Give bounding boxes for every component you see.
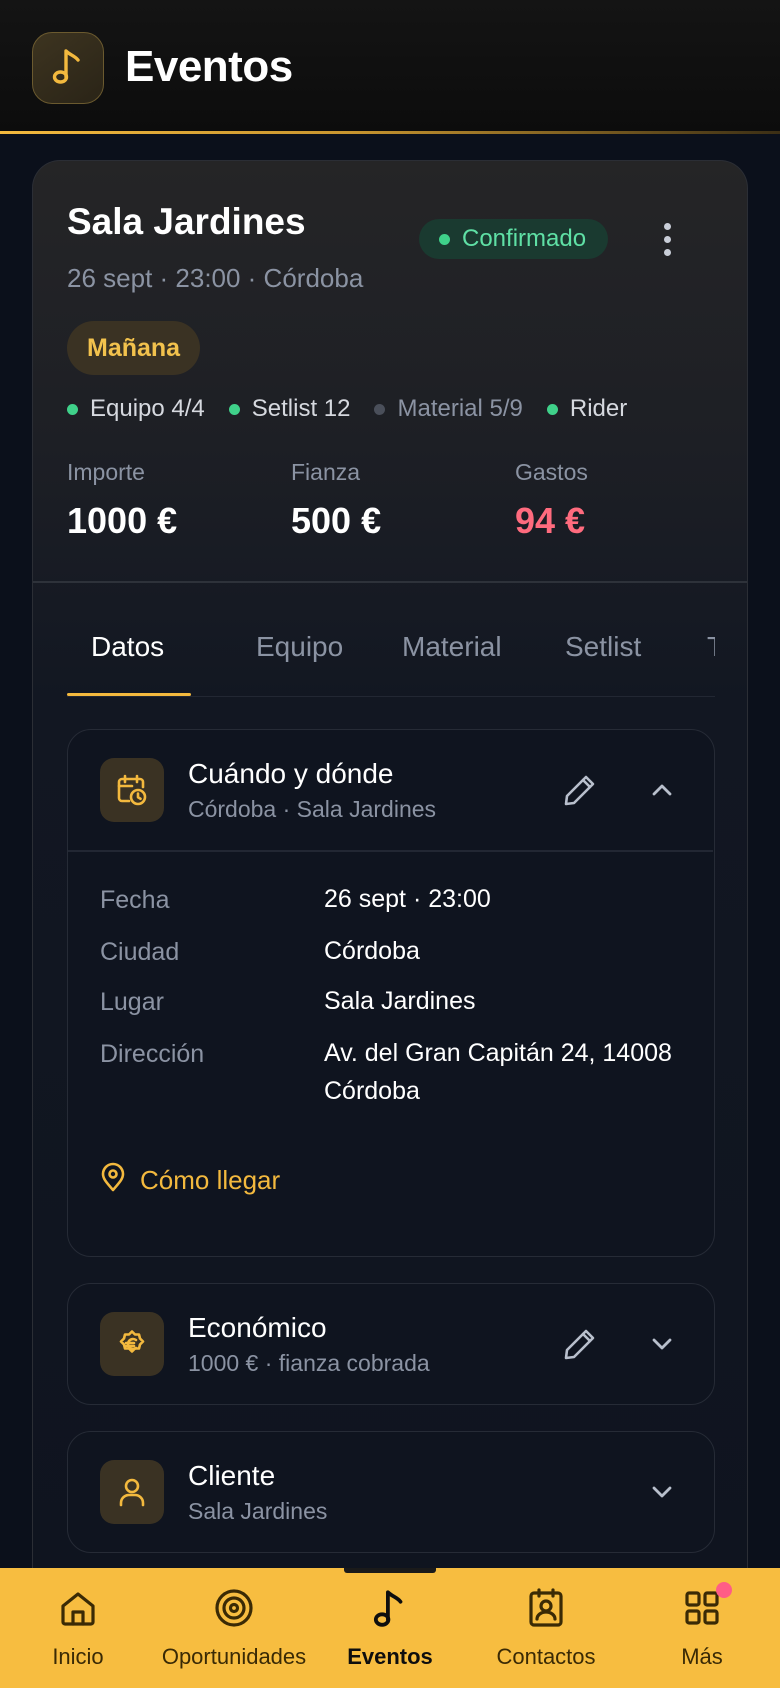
chevron-up-icon (648, 784, 676, 808)
expand-button[interactable] (648, 1330, 676, 1358)
money-gastos: Gastos 94 € (515, 459, 588, 542)
divider (68, 850, 713, 852)
nav-label: Eventos (347, 1644, 433, 1669)
chevron-down-icon (648, 1338, 676, 1362)
field-label: Ciudad (100, 938, 180, 966)
notification-dot (716, 1582, 732, 1598)
tab-tecnico[interactable]: Téc (707, 631, 715, 663)
section-subtitle: 1000 € · fianza cobrada (188, 1350, 430, 1376)
nav-item-inicio[interactable]: Inicio (28, 1568, 128, 1688)
section-title: Cliente (188, 1460, 276, 1491)
tab-indicator (67, 693, 191, 696)
check-dot (228, 403, 240, 415)
target-icon (212, 1586, 256, 1630)
section-client[interactable]: Cliente Sala Jardines (67, 1431, 715, 1553)
field-label: Dirección (100, 1040, 205, 1068)
expand-button[interactable] (648, 1478, 676, 1506)
grid-icon (680, 1582, 732, 1630)
check-dot (546, 403, 558, 415)
field-value: 26 sept · 23:00 (324, 885, 491, 913)
field-label: Fecha (100, 886, 170, 914)
status-badge: Confirmado (419, 219, 609, 259)
money-value: 500 € (291, 500, 382, 541)
nav-item-contactos[interactable]: Contactos (486, 1568, 606, 1688)
section-economic[interactable]: Económico 1000 € · fianza cobrada (67, 1283, 715, 1405)
check-label: Setlist 12 (251, 395, 351, 422)
nav-item-eventos[interactable]: Eventos (338, 1568, 442, 1688)
nav-label: Más (681, 1644, 723, 1669)
nav-label: Inicio (52, 1644, 104, 1669)
nav-item-mas[interactable]: Más (662, 1568, 742, 1688)
check-label: Rider (569, 395, 628, 422)
tab-setlist[interactable]: Setlist (565, 631, 641, 663)
page-title: Eventos (125, 42, 293, 91)
money-value: 1000 € (67, 500, 178, 541)
field-value: Córdoba (324, 937, 420, 965)
music-note-icon (368, 1586, 412, 1630)
home-icon (56, 1586, 100, 1630)
check-item-rider: Rider (546, 395, 628, 423)
section-title: Económico (188, 1312, 327, 1343)
money-importe: Importe 1000 € (67, 459, 177, 542)
check-dot (67, 403, 78, 415)
app-header: Eventos (0, 0, 780, 134)
app-logo (32, 32, 104, 104)
check-dot (374, 403, 386, 415)
field-label: Lugar (100, 988, 164, 1016)
status-label: Confirmado (462, 225, 587, 252)
bottom-nav: Inicio Oportunidades Eventos Contactos M… (0, 1568, 780, 1688)
contacts-icon (524, 1586, 568, 1630)
tab-bar: Datos Equipo Material Setlist Téc (67, 601, 715, 697)
pencil-icon (562, 1329, 598, 1366)
event-subtitle: 26 sept · 23:00 · Córdoba (67, 263, 364, 293)
nav-label: Oportunidades (161, 1644, 307, 1669)
checklist: Equipo 4/4 Setlist 12 Material 5/9 Rider (67, 395, 627, 423)
tab-datos[interactable]: Datos (91, 631, 164, 663)
directions-label: Cómo llegar (140, 1165, 281, 1195)
kebab-dot (663, 248, 671, 256)
nav-item-oportunidades[interactable]: Oportunidades (152, 1568, 316, 1688)
check-item-equipo: Equipo 4/4 (67, 395, 205, 423)
user-icon (100, 1460, 164, 1524)
music-note-icon (51, 46, 85, 91)
kebab-dot (663, 222, 671, 230)
kebab-dot (663, 235, 671, 243)
tab-equipo[interactable]: Equipo (256, 631, 343, 663)
check-item-material: Material 5/9 (374, 395, 523, 423)
section-subtitle: Sala Jardines (188, 1498, 328, 1524)
field-value: Av. del Gran Capitán 24, 14008 Córdoba (324, 1039, 672, 1105)
check-item-setlist: Setlist 12 (228, 395, 351, 423)
chevron-down-icon (648, 1486, 676, 1510)
euro-coin-icon (100, 1312, 164, 1376)
edit-button[interactable] (562, 772, 598, 808)
check-label: Equipo 4/4 (90, 395, 205, 422)
edit-button[interactable] (562, 1326, 598, 1362)
check-label: Material 5/9 (397, 395, 523, 422)
map-pin-icon (100, 1162, 126, 1199)
nav-label: Contactos (496, 1644, 596, 1669)
tab-material[interactable]: Material (402, 631, 502, 663)
section-when-where: Cuándo y dónde Córdoba · Sala Jardines F… (67, 729, 715, 1257)
more-options-button[interactable] (645, 217, 689, 261)
divider (33, 581, 747, 583)
status-dot (439, 233, 450, 245)
section-subtitle: Córdoba · Sala Jardines (188, 796, 437, 822)
collapse-button[interactable] (648, 776, 676, 804)
calendar-clock-icon (100, 758, 164, 822)
field-value: Sala Jardines (324, 987, 476, 1015)
section-title: Cuándo y dónde (188, 758, 394, 789)
directions-link[interactable]: Cómo llegar (100, 1162, 280, 1199)
money-label: Fianza (291, 459, 361, 485)
pencil-icon (562, 775, 598, 812)
event-card: Sala Jardines 26 sept · 23:00 · Córdoba … (32, 160, 748, 1580)
money-label: Importe (67, 459, 145, 485)
event-title: Sala Jardines (67, 201, 306, 242)
money-value: 94 € (515, 500, 586, 541)
money-fianza: Fianza 500 € (291, 459, 381, 542)
when-badge: Mañana (67, 321, 201, 375)
money-label: Gastos (515, 459, 588, 485)
